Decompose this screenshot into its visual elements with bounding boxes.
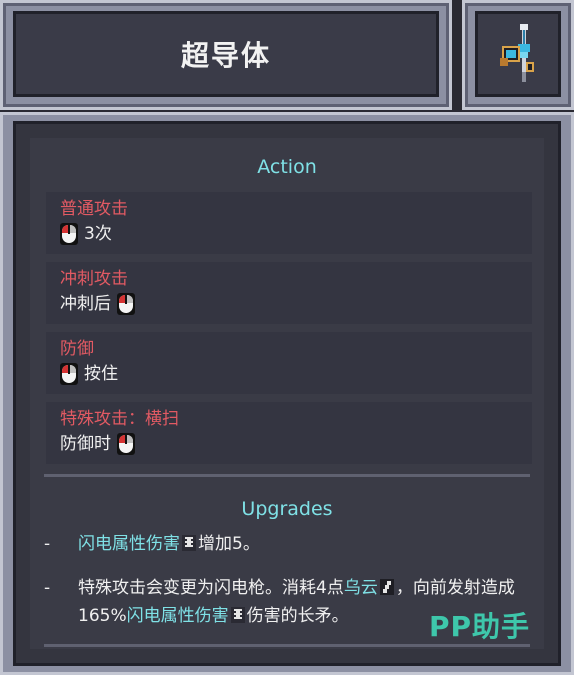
lightning-element-icon: [230, 607, 245, 623]
weapon-icon-frame: [462, 0, 574, 110]
mouse-left-click-icon: [117, 293, 135, 315]
action-desc-text: 冲刺后: [60, 294, 111, 314]
lightning-damage-keyword: 闪电属性伤害: [126, 606, 229, 626]
action-desc: 防御时: [60, 432, 532, 456]
info-panel-content: Action 普通攻击 3次 冲刺攻击 冲刺后 防御 按住 特殊攻击：横扫 防御…: [30, 138, 544, 649]
action-name: 冲刺攻击: [60, 269, 128, 289]
mouse-left-click-icon: [117, 433, 135, 455]
title-frame: 超导体: [0, 0, 452, 110]
action-desc-text: 3次: [84, 224, 112, 244]
section-divider: [44, 474, 530, 477]
weapon-title: 超导体: [180, 39, 271, 72]
weapon-info-screen: 超导体 Action 普通攻击 3次 冲刺攻击 冲刺后 防御 按住 特殊攻击：横…: [0, 0, 574, 675]
info-panel-inner: Action 普通攻击 3次 冲刺攻击 冲刺后 防御 按住 特殊攻击：横扫 防御…: [13, 121, 561, 666]
mouse-left-click-icon: [60, 363, 78, 385]
action-desc-text: 按住: [84, 364, 118, 384]
info-panel: Action 普通攻击 3次 冲刺攻击 冲刺后 防御 按住 特殊攻击：横扫 防御…: [0, 112, 574, 675]
action-desc-text: 防御时: [60, 434, 111, 454]
upgrade-text: 闪电属性伤害 增加5。: [78, 530, 530, 558]
lightning-spear-icon: [500, 24, 534, 82]
action-name: 特殊攻击：横扫: [60, 409, 179, 429]
upgrade-text-part: 增加5。: [198, 534, 260, 554]
dark-cloud-keyword: 乌云: [343, 578, 378, 598]
lightning-element-icon: [182, 535, 196, 551]
action-row: 特殊攻击：横扫 防御时: [46, 402, 532, 464]
action-row: 冲刺攻击 冲刺后: [46, 262, 532, 324]
bullet-dash: -: [44, 534, 51, 554]
upgrade-text-part: 特殊攻击会变更为闪电枪。消耗4点: [78, 578, 344, 598]
dark-cloud-icon: [379, 579, 394, 595]
action-row: 普通攻击 3次: [46, 192, 532, 254]
weapon-icon-box: [475, 11, 561, 97]
bullet-dash: -: [44, 578, 51, 598]
upgrade-text-part: 伤害的长矛。: [246, 606, 349, 626]
action-desc: 冲刺后: [60, 292, 532, 316]
action-section-title: Action: [257, 156, 317, 178]
action-desc: 按住: [60, 362, 532, 386]
action-name: 防御: [60, 339, 94, 359]
action-name: 普通攻击: [60, 199, 128, 219]
action-row: 防御 按住: [46, 332, 532, 394]
title-box: 超导体: [13, 11, 439, 97]
action-desc: 3次: [60, 222, 532, 246]
mouse-left-click-icon: [60, 223, 78, 245]
upgrade-item: - 闪电属性伤害 增加5。: [44, 530, 530, 560]
lightning-damage-keyword: 闪电属性伤害: [78, 534, 180, 554]
upgrades-section-title: Upgrades: [241, 498, 333, 520]
pp-assistant-watermark: PP助手: [428, 610, 530, 643]
